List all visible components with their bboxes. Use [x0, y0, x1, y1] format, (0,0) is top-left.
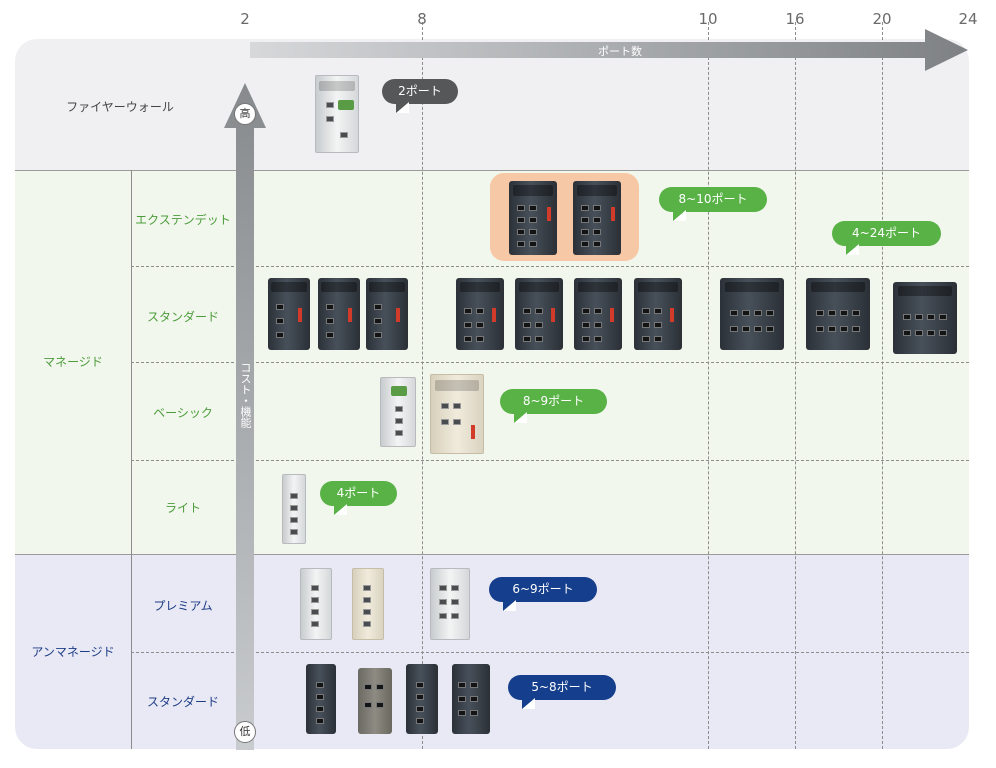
- unmanaged-standard-switch-image: [452, 664, 490, 734]
- standard-switch-image: [806, 278, 870, 350]
- premium-switch-image: [300, 568, 332, 640]
- bubble-firewall-ports: 2ポート: [382, 79, 458, 113]
- unmanaged-standard-switch-image: [306, 664, 336, 734]
- standard-switch-image: [893, 282, 957, 354]
- basic-switch-image: [380, 377, 416, 447]
- category-firewall: ファイヤーウォール: [66, 100, 174, 114]
- standard-switch-image: [574, 278, 622, 350]
- firewall-device-image: [315, 75, 359, 153]
- bubble-lite-ports: 4ポート: [320, 481, 397, 515]
- premium-switch-image: [352, 568, 384, 640]
- subcategory-extended: エクステンデット: [135, 213, 231, 227]
- unmanaged-standard-switch-image: [358, 668, 392, 734]
- bubble-extended-ports: 8~10ポート: [659, 187, 767, 221]
- standard-switch-image: [720, 278, 784, 350]
- category-unmanaged: アンマネージド: [31, 645, 115, 659]
- cost-high-marker: 高: [234, 103, 256, 125]
- subcategory-unmanaged-standard: スタンダード: [146, 695, 219, 709]
- standard-switch-image: [515, 278, 563, 350]
- extended-switch-image: [509, 181, 557, 255]
- extended-switch-image: [573, 181, 621, 255]
- standard-switch-image: [318, 278, 360, 350]
- standard-switch-image: [456, 278, 504, 350]
- subcategory-premium: プレミアム: [153, 599, 213, 613]
- standard-switch-image: [268, 278, 310, 350]
- cost-axis-title: コスト・機能: [239, 362, 252, 428]
- lite-switch-image: [282, 474, 306, 544]
- subcategory-lite: ライト: [164, 501, 201, 515]
- subcategory-standard: スタンダード: [146, 310, 219, 324]
- port-axis-title: ポート数: [598, 45, 642, 58]
- premium-switch-image: [430, 568, 470, 640]
- cost-low-marker: 低: [234, 721, 256, 743]
- bubble-unmanaged-standard-ports: 5~8ポート: [508, 675, 616, 709]
- standard-switch-image: [634, 278, 682, 350]
- bubble-premium-ports: 6~9ポート: [489, 577, 597, 611]
- basic-switch-image: [430, 374, 484, 454]
- bubble-standard-ports: 4~24ポート: [832, 221, 941, 255]
- subcategory-basic: ベーシック: [153, 406, 213, 420]
- axis-arrows: [224, 29, 968, 750]
- standard-switch-image: [366, 278, 408, 350]
- bubble-basic-ports: 8~9ポート: [500, 389, 607, 423]
- category-managed: マネージド: [43, 355, 103, 369]
- unmanaged-standard-switch-image: [406, 664, 438, 734]
